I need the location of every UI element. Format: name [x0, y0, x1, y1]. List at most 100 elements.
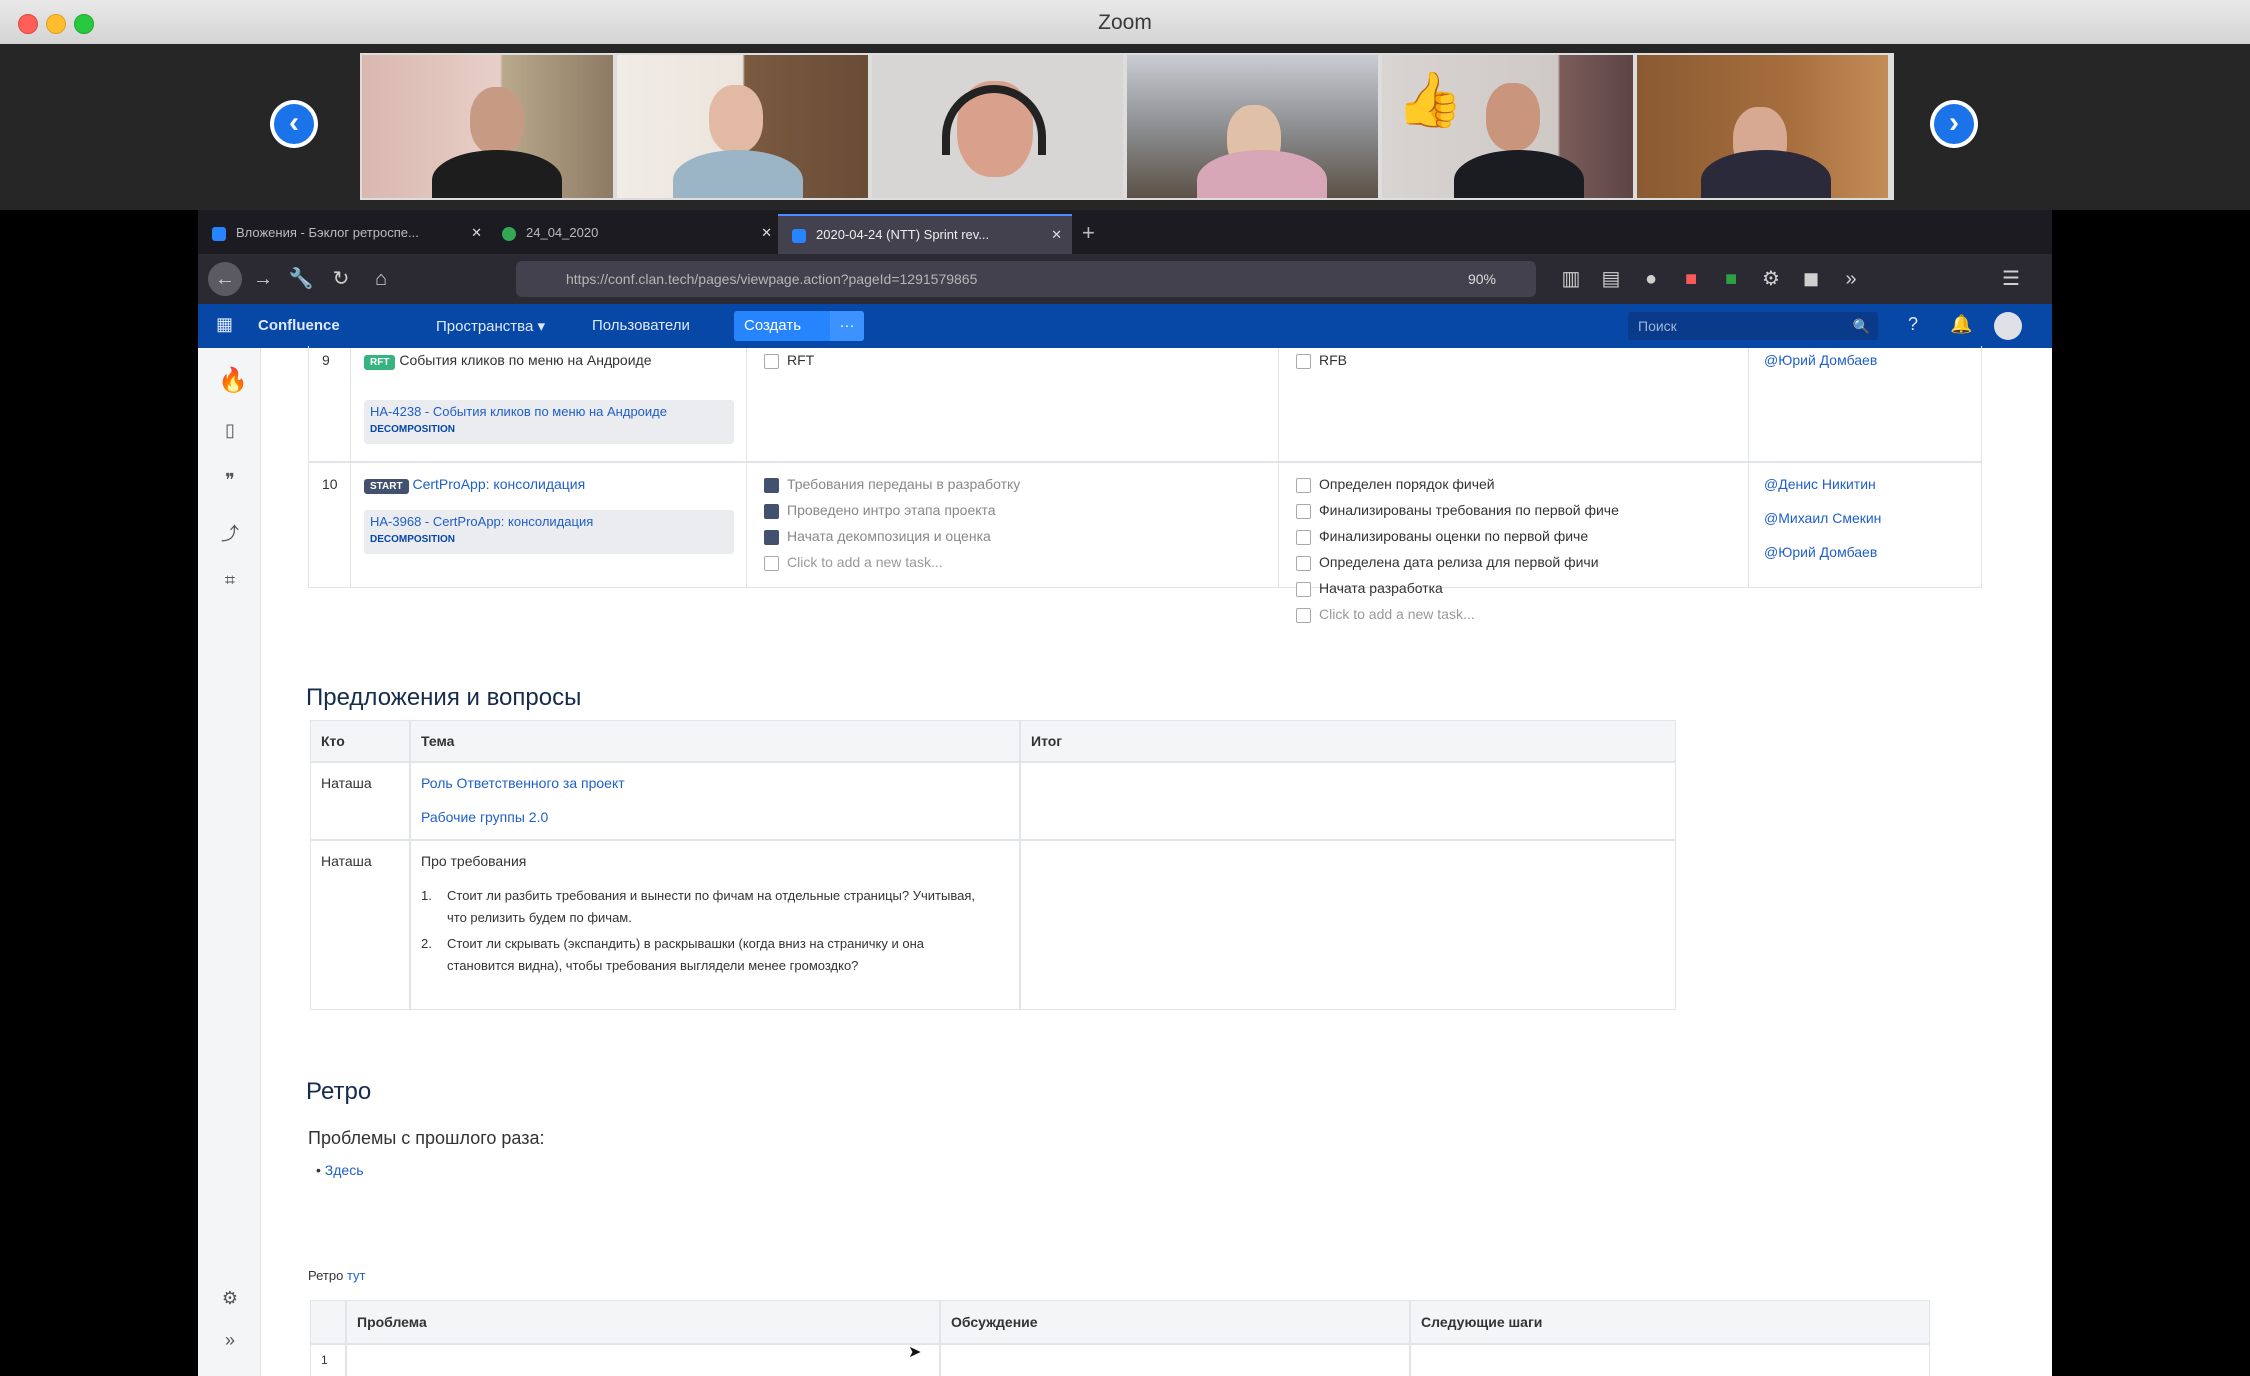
- task-checkbox[interactable]: [1296, 581, 1311, 597]
- participant-face: [1486, 83, 1540, 151]
- app-switcher-icon[interactable]: ▦: [216, 314, 233, 335]
- bullet-link[interactable]: Здесь: [325, 1162, 364, 1178]
- new-tab-button[interactable]: +: [1068, 214, 1112, 252]
- task-checkbox[interactable]: [764, 555, 779, 571]
- chevron-right-icon: ›: [1934, 104, 1974, 144]
- video-tile-participant-1[interactable]: [362, 55, 613, 198]
- task-checkbox[interactable]: [1296, 607, 1311, 623]
- jira-issue-card[interactable]: HA-4238 - События кликов по меню на Андр…: [364, 400, 734, 444]
- quote-icon[interactable]: ❞: [218, 470, 242, 494]
- settings-icon[interactable]: ⚙: [1758, 266, 1784, 292]
- extension-green-icon[interactable]: ■: [1718, 266, 1744, 292]
- home-button[interactable]: ⌂: [368, 266, 394, 292]
- task-checkbox[interactable]: [764, 353, 779, 369]
- avatar[interactable]: [1994, 312, 2022, 340]
- wrench-icon[interactable]: 🔧: [288, 266, 314, 292]
- tree-icon[interactable]: ⌗: [218, 570, 242, 594]
- page-icon[interactable]: ▯: [218, 420, 242, 444]
- task-checkbox[interactable]: [1296, 555, 1311, 571]
- browser-tab-2[interactable]: 24_04_2020 ✕: [488, 214, 782, 252]
- share-icon[interactable]: ⤴: [218, 520, 242, 544]
- status-lozenge: RFT: [364, 355, 396, 370]
- overflow-menu-icon[interactable]: »: [1838, 266, 1864, 292]
- video-tile-participant-2[interactable]: [617, 55, 868, 198]
- task-text: RFB: [1319, 352, 1347, 368]
- back-button[interactable]: ←: [208, 262, 242, 296]
- confluence-logo[interactable]: Confluence: [258, 317, 340, 334]
- create-more-button[interactable]: ···: [830, 311, 864, 341]
- owner-mention[interactable]: @Денис Никитин: [1764, 476, 1876, 492]
- task-item: Требования переданы в разработку: [764, 476, 1020, 493]
- create-button[interactable]: Создать ···: [734, 311, 864, 341]
- task-item: Click to add a new task...: [764, 554, 943, 571]
- reload-button[interactable]: ↻: [328, 266, 354, 292]
- people-menu[interactable]: Пользователи: [592, 317, 690, 334]
- task-text: Финализированы оценки по первой фиче: [1319, 528, 1589, 544]
- page-content: 🔥 ▯ ❞ ⤴ ⌗ ⚙ » 9 RFT События кликов по ме…: [198, 346, 2052, 1376]
- next-cell: RFB: [1296, 352, 1347, 369]
- extension-red-icon[interactable]: ■: [1678, 266, 1704, 292]
- table-cell: 1: [310, 1344, 346, 1376]
- extension-dark-icon[interactable]: ◼: [1798, 266, 1824, 292]
- topic-link[interactable]: Роль Ответственного за проект: [421, 775, 625, 791]
- fire-icon[interactable]: 🔥: [218, 366, 248, 394]
- task-checkbox-checked[interactable]: [764, 503, 779, 519]
- video-tile-participant-5[interactable]: 👍: [1382, 55, 1633, 198]
- browser-tab-1[interactable]: Вложения - Бэклог ретроспе... ✕: [198, 214, 492, 252]
- column-divider: [1278, 348, 1279, 588]
- browser-tab-3[interactable]: 2020-04-24 (NTT) Sprint rev... ✕: [778, 214, 1072, 254]
- table-cell[interactable]: [346, 1344, 940, 1376]
- task-checkbox-checked[interactable]: [764, 529, 779, 545]
- topic-link[interactable]: Рабочие группы 2.0: [421, 809, 548, 825]
- address-bar[interactable]: https://conf.clan.tech/pages/viewpage.ac…: [516, 261, 1536, 297]
- task-text: Начата декомпозиция и оценка: [787, 528, 991, 544]
- task-item: Начата разработка: [1296, 580, 1443, 597]
- library-icon[interactable]: ▤: [1598, 266, 1624, 292]
- add-task-placeholder[interactable]: Click to add a new task...: [1319, 606, 1475, 622]
- task-item: Финализированы оценки по первой фиче: [1296, 528, 1588, 545]
- table-cell[interactable]: [940, 1344, 1410, 1376]
- gallery-prev-button[interactable]: ‹: [270, 100, 318, 148]
- zoom-level[interactable]: 90%: [1468, 261, 1496, 297]
- collapse-sidebar-icon[interactable]: »: [218, 1330, 242, 1354]
- task-checkbox-checked[interactable]: [764, 477, 779, 493]
- menu-icon[interactable]: ☰: [1998, 266, 2024, 292]
- add-task-placeholder[interactable]: Click to add a new task...: [787, 554, 943, 570]
- owner-mention[interactable]: @Юрий Домбаев: [1764, 544, 1877, 560]
- task-checkbox[interactable]: [1296, 503, 1311, 519]
- close-tab-icon[interactable]: ✕: [761, 214, 772, 252]
- help-icon[interactable]: ?: [1908, 314, 1918, 335]
- table-cell[interactable]: [1410, 1344, 1930, 1376]
- topic-text: Про требования: [421, 853, 527, 869]
- forward-button[interactable]: →: [250, 266, 276, 292]
- row-title-text[interactable]: CertProApp: консолидация: [412, 476, 585, 492]
- retro-label: Ретро тут: [308, 1268, 366, 1283]
- settings-gear-icon[interactable]: ⚙: [218, 1288, 242, 1312]
- gallery-next-button[interactable]: ›: [1930, 100, 1978, 148]
- extension-icon[interactable]: ●: [1638, 266, 1664, 292]
- participant-body: [1197, 150, 1327, 198]
- video-tile-participant-4[interactable]: [1127, 55, 1378, 198]
- tab-label: Вложения - Бэклог ретроспе...: [236, 225, 419, 240]
- video-tile-participant-3[interactable]: [872, 55, 1123, 198]
- task-checkbox[interactable]: [1296, 477, 1311, 493]
- close-tab-icon[interactable]: ✕: [471, 214, 482, 252]
- row-title: RFT События кликов по меню на Андроиде: [364, 352, 651, 370]
- issue-status: DECOMPOSITION: [370, 424, 456, 435]
- jira-issue-card[interactable]: HA-3968 - CertProApp: консолидация DECOM…: [364, 510, 734, 554]
- owner-mention[interactable]: @Юрий Домбаев: [1764, 352, 1877, 368]
- notifications-icon[interactable]: 🔔: [1950, 314, 1972, 335]
- header-label: Тема: [421, 733, 455, 749]
- jira-issue-link[interactable]: HA-4238 - События кликов по меню на Андр…: [370, 404, 667, 419]
- reader-icon[interactable]: ▥: [1558, 266, 1584, 292]
- task-checkbox[interactable]: [1296, 529, 1311, 545]
- jira-issue-link[interactable]: HA-3968 - CertProApp: консолидация: [370, 514, 593, 529]
- who-text: Наташа: [321, 775, 372, 791]
- close-tab-icon[interactable]: ✕: [1051, 216, 1062, 254]
- spaces-menu[interactable]: Пространства ▾: [436, 317, 545, 335]
- owner-mention[interactable]: @Михаил Смекин: [1764, 510, 1881, 526]
- video-tile-participant-6[interactable]: [1637, 55, 1888, 198]
- search-input[interactable]: Поиск 🔍: [1628, 312, 1878, 340]
- task-checkbox[interactable]: [1296, 353, 1311, 369]
- retro-link[interactable]: тут: [347, 1268, 366, 1283]
